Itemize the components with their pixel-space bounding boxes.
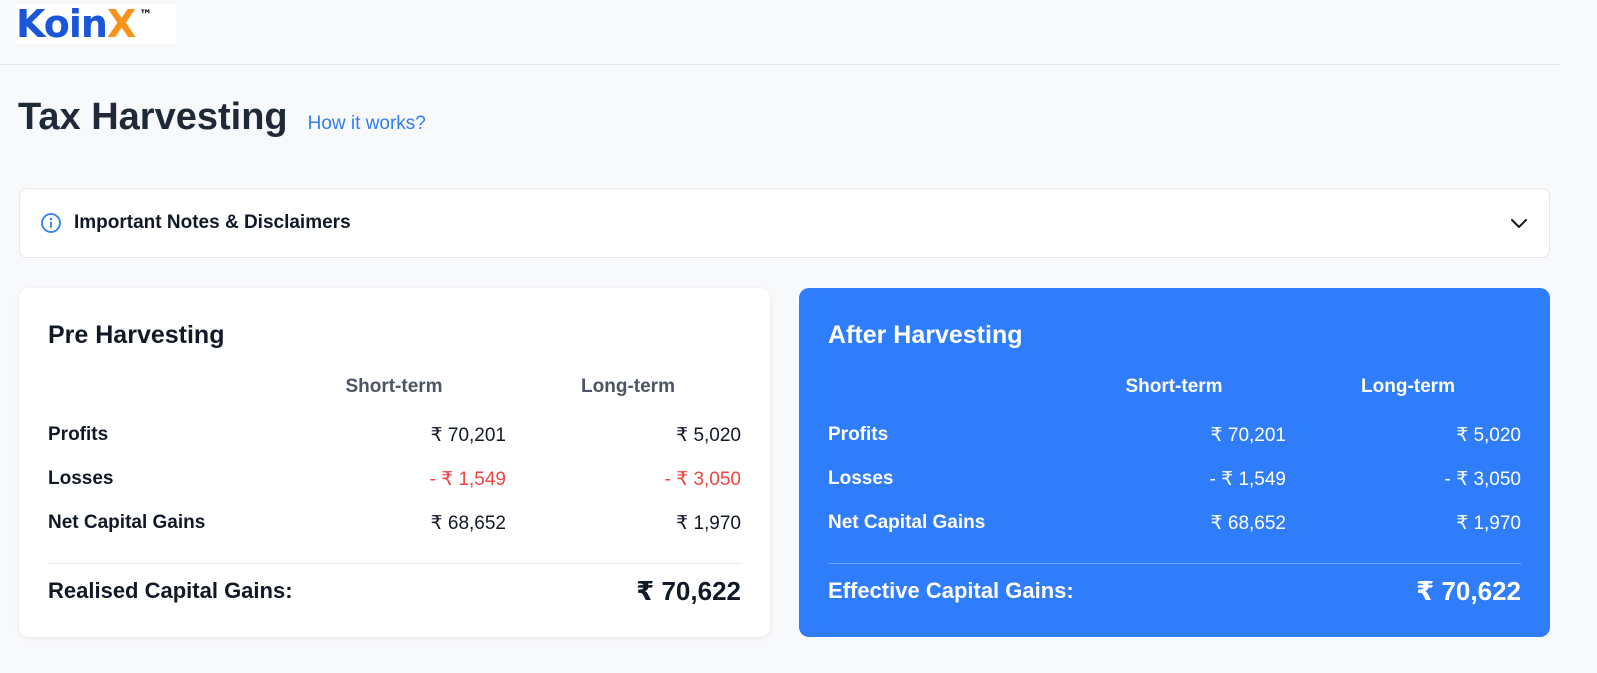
short-term-value: ₹ 70,201 [430, 425, 506, 446]
koinx-logo[interactable]: Koin X ™ [16, 4, 176, 44]
pre-harvesting-card: Pre Harvesting Short-term Long-term Prof… [19, 288, 770, 637]
column-header-long-term: Long-term [581, 376, 675, 397]
long-term-value: ₹ 5,020 [676, 425, 741, 446]
page-title: Tax Harvesting [18, 96, 288, 138]
how-it-works-link[interactable]: How it works? [308, 113, 426, 135]
logo-text: Koin [16, 2, 108, 46]
short-term-value: ₹ 68,652 [430, 513, 506, 534]
long-term-value: ₹ 1,970 [1456, 513, 1521, 534]
row-label: Profits [828, 424, 889, 445]
row-label: Losses [828, 468, 894, 489]
profits-row: Profits ₹ 70,201 ₹ 5,020 [48, 424, 741, 452]
short-term-value: - ₹ 1,549 [1209, 469, 1286, 490]
info-icon [40, 212, 62, 234]
short-term-value: ₹ 68,652 [1210, 513, 1286, 534]
losses-row: Losses - ₹ 1,549 - ₹ 3,050 [48, 468, 741, 496]
row-label: Profits [48, 424, 109, 445]
column-header-long-term: Long-term [1361, 376, 1455, 397]
net-capital-gains-row: Net Capital Gains ₹ 68,652 ₹ 1,970 [828, 512, 1521, 540]
notes-disclaimers-accordion[interactable]: Important Notes & Disclaimers [19, 188, 1550, 258]
row-label: Net Capital Gains [48, 512, 206, 533]
total-value: ₹ 70,622 [1416, 576, 1521, 606]
notes-label: Important Notes & Disclaimers [74, 212, 351, 233]
short-term-value: - ₹ 1,549 [429, 469, 506, 490]
column-header-short-term: Short-term [1125, 376, 1223, 397]
long-term-value: ₹ 5,020 [1456, 425, 1521, 446]
profits-row: Profits ₹ 70,201 ₹ 5,020 [828, 424, 1521, 452]
trademark-symbol: ™ [139, 8, 153, 23]
long-term-value: - ₹ 3,050 [664, 469, 741, 490]
divider [828, 563, 1521, 564]
total-value: ₹ 70,622 [636, 576, 741, 606]
divider [48, 563, 741, 564]
long-term-value: ₹ 1,970 [676, 513, 741, 534]
total-label: Realised Capital Gains: [48, 578, 293, 603]
losses-row: Losses - ₹ 1,549 - ₹ 3,050 [828, 468, 1521, 496]
short-term-value: ₹ 70,201 [1210, 425, 1286, 446]
total-label: Effective Capital Gains: [828, 578, 1074, 603]
row-label: Net Capital Gains [828, 512, 986, 533]
card-title: After Harvesting [828, 321, 1023, 349]
top-header: Koin X ™ [0, 0, 1560, 65]
logo-x-mark: X [106, 2, 136, 46]
net-capital-gains-row: Net Capital Gains ₹ 68,652 ₹ 1,970 [48, 512, 741, 540]
card-title: Pre Harvesting [48, 321, 225, 349]
long-term-value: - ₹ 3,050 [1444, 469, 1521, 490]
row-label: Losses [48, 468, 114, 489]
chevron-down-icon[interactable] [1509, 213, 1529, 233]
after-harvesting-card: After Harvesting Short-term Long-term Pr… [799, 288, 1550, 637]
title-row: Tax Harvesting How it works? [18, 96, 426, 139]
column-header-short-term: Short-term [345, 376, 443, 397]
